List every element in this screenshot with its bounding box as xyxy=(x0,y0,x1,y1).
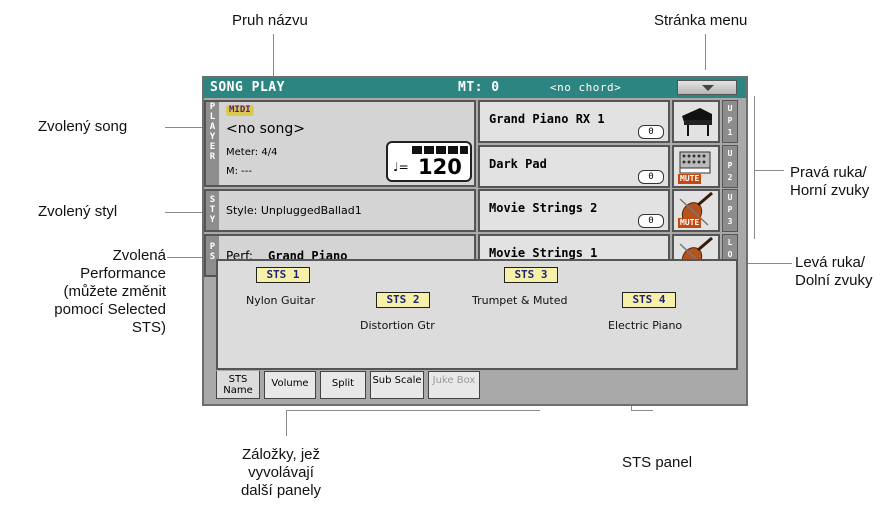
tab-split[interactable]: Split xyxy=(320,371,366,399)
mute-badge: MUTE xyxy=(678,218,702,228)
bracket-line xyxy=(286,410,540,411)
sound-name: Grand Piano RX 1 xyxy=(489,112,605,126)
keyboard-tab-up1: UP1 xyxy=(722,100,738,143)
sts-3-name: Trumpet & Muted xyxy=(472,294,568,307)
chord-display: <no chord> xyxy=(550,81,622,94)
tab-juke-box: Juke Box xyxy=(428,371,480,399)
callout-lower-sounds: Levá ruka/ Dolní zvuky xyxy=(795,254,873,289)
octave-badge: 0 xyxy=(638,125,664,139)
tempo-dots xyxy=(412,146,468,154)
tempo-value: 120 xyxy=(418,155,462,179)
master-transpose: MT: 0 xyxy=(458,80,500,95)
leader-line xyxy=(631,410,653,411)
leader-line xyxy=(705,34,706,70)
callout-selected-style: Zvolený styl xyxy=(38,203,118,220)
page-menu-button[interactable] xyxy=(677,80,737,95)
page-title: SONG PLAY xyxy=(210,80,285,95)
leader-line xyxy=(754,170,784,171)
keyboard-tab-up3: UP3 xyxy=(722,189,738,232)
octave-badge: 0 xyxy=(638,170,664,184)
meter-label: Meter: 4/4 xyxy=(226,147,278,158)
octave-badge: 0 xyxy=(638,214,664,228)
leader-line xyxy=(286,410,287,436)
bracket-line xyxy=(754,96,755,239)
sts-3-button[interactable]: STS 3 xyxy=(504,267,558,283)
mute-badge: MUTE xyxy=(678,174,702,184)
sts-1-name: Nylon Guitar xyxy=(246,294,316,307)
callout-tabs: Záložky, jež vyvolávají další panely xyxy=(240,446,322,499)
sts-4-name: Electric Piano xyxy=(608,319,683,332)
style-tab: STY xyxy=(206,191,219,230)
sts-panel: STS 1 Nylon Guitar STS 2 Distortion Gtr … xyxy=(216,259,738,370)
violin-icon[interactable]: MUTE xyxy=(672,189,720,232)
synth-icon[interactable]: MUTE xyxy=(672,145,720,188)
callout-page-menu: Stránka menu xyxy=(654,12,748,29)
style-panel[interactable]: STY Style: UnpluggedBallad1 xyxy=(204,189,476,232)
callout-selected-performance: Zvolená Performance (můžete změnit pomoc… xyxy=(54,247,166,336)
sts-4-button[interactable]: STS 4 xyxy=(622,292,676,308)
tab-volume[interactable]: Volume xyxy=(264,371,316,399)
piano-icon[interactable] xyxy=(672,100,720,143)
sound-name: Dark Pad xyxy=(489,157,547,171)
tempo-display[interactable]: ♩= 120 xyxy=(386,141,472,182)
keyboard-tab-up2: UP2 xyxy=(722,145,738,188)
sound-name: Movie Strings 2 xyxy=(489,201,598,215)
sound-name: Movie Strings 1 xyxy=(489,246,598,260)
callout-selected-song: Zvolený song xyxy=(38,118,128,135)
song-play-screen: SONG PLAY MT: 0 <no chord> PLA YER MIDI … xyxy=(202,76,748,406)
leader-line xyxy=(273,34,274,76)
tempo-note: ♩= xyxy=(393,160,409,174)
tab-sub-scale[interactable]: Sub Scale xyxy=(370,371,424,399)
title-bar: SONG PLAY MT: 0 <no chord> xyxy=(204,78,746,98)
style-name: Style: UnpluggedBallad1 xyxy=(226,204,362,217)
song-name: <no song> xyxy=(226,121,305,137)
measure-label: M: --- xyxy=(226,166,253,177)
callout-title-bar: Pruh názvu xyxy=(232,12,308,29)
sound-upper-3[interactable]: Movie Strings 2 0 xyxy=(478,189,670,232)
callout-upper-sounds: Pravá ruka/ Horní zvuky xyxy=(790,164,870,199)
sts-1-button[interactable]: STS 1 xyxy=(256,267,310,283)
tab-sts-name[interactable]: STS Name xyxy=(216,371,260,399)
midi-badge: MIDI xyxy=(226,105,254,116)
player-panel[interactable]: PLA YER MIDI <no song> Meter: 4/4 M: ---… xyxy=(204,100,476,187)
player-tab: PLA YER xyxy=(206,102,219,185)
sts-2-button[interactable]: STS 2 xyxy=(376,292,430,308)
sound-upper-1[interactable]: Grand Piano RX 1 0 xyxy=(478,100,670,143)
callout-sts-panel: STS panel xyxy=(622,454,693,471)
chevron-down-icon xyxy=(702,85,714,91)
sts-2-name: Distortion Gtr xyxy=(360,319,435,332)
sound-upper-2[interactable]: Dark Pad 0 xyxy=(478,145,670,188)
